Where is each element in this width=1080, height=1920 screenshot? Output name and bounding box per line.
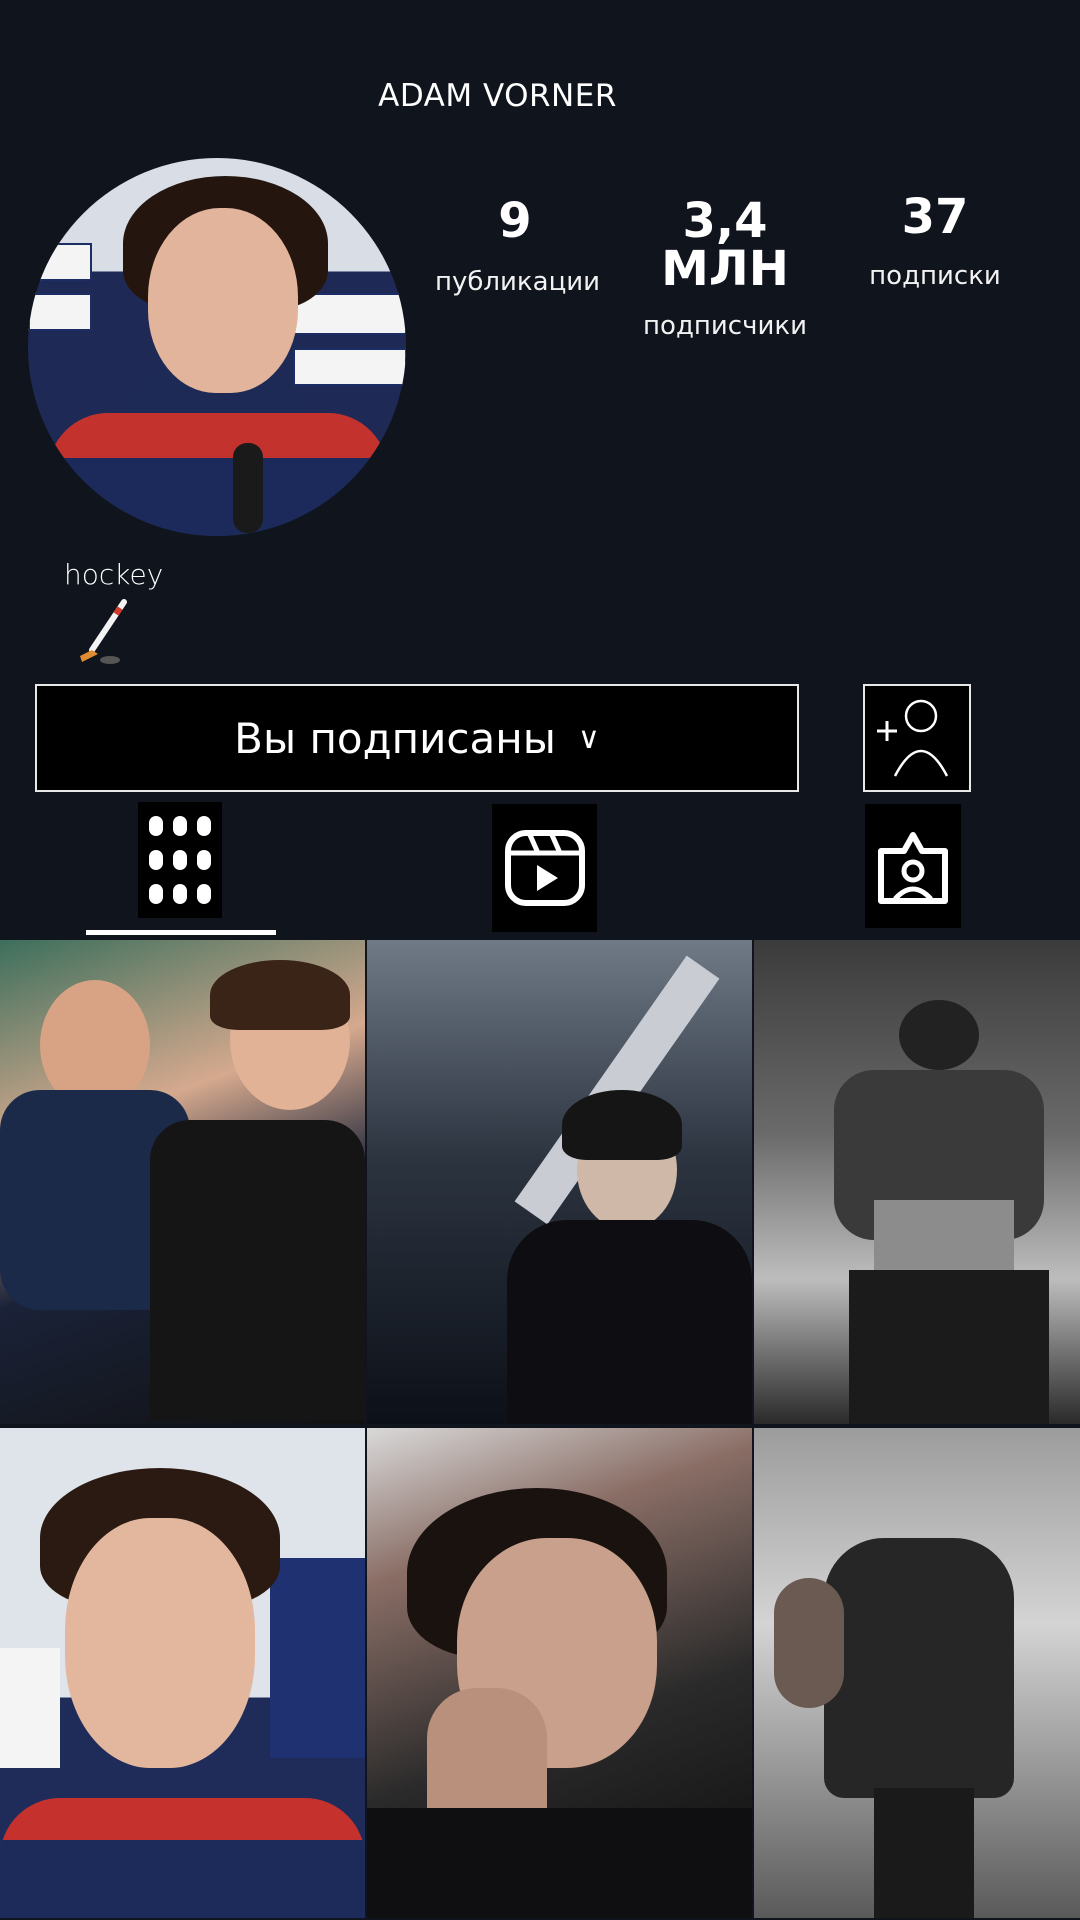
grid-icon <box>149 816 211 904</box>
tagged-icon <box>878 832 948 904</box>
post-thumbnail[interactable] <box>754 940 1080 1424</box>
stat-followers[interactable]: 3,4 МЛН подписчики <box>625 197 825 341</box>
hockey-stick-icon <box>76 598 136 666</box>
reels-icon <box>504 830 585 906</box>
stat-followers-label: подписчики <box>643 311 807 341</box>
stat-posts[interactable]: 9 публикации <box>435 193 601 297</box>
active-tab-indicator <box>86 930 276 935</box>
post-thumbnail[interactable] <box>0 940 365 1424</box>
post-thumbnail[interactable] <box>0 1428 365 1918</box>
suggested-people-button[interactable] <box>863 684 971 792</box>
post-thumbnail[interactable] <box>367 1428 752 1918</box>
tab-posts-grid[interactable] <box>138 802 222 918</box>
profile-username: ADAM VORNER <box>378 78 617 114</box>
tab-reels[interactable] <box>492 804 597 932</box>
post-thumbnail[interactable] <box>367 940 752 1424</box>
following-button-label: Вы подписаны <box>234 713 556 763</box>
profile-bio: hockey <box>64 558 164 591</box>
stat-posts-value: 9 <box>498 193 532 249</box>
post-thumbnail[interactable] <box>754 1428 1080 1918</box>
stat-following[interactable]: 37 подписки <box>855 193 1015 291</box>
add-person-icon <box>877 699 949 777</box>
stat-following-label: подписки <box>869 261 1001 291</box>
stat-posts-label: публикации <box>435 267 601 297</box>
posts-grid <box>0 940 1080 1920</box>
chevron-down-icon: ∨ <box>577 720 600 756</box>
stat-following-value: 37 <box>901 189 969 245</box>
following-dropdown-button[interactable]: Вы подписаны ∨ <box>35 684 799 792</box>
tab-tagged[interactable] <box>865 804 961 928</box>
profile-avatar[interactable] <box>28 158 406 536</box>
stat-followers-value: 3,4 МЛН <box>661 193 789 297</box>
